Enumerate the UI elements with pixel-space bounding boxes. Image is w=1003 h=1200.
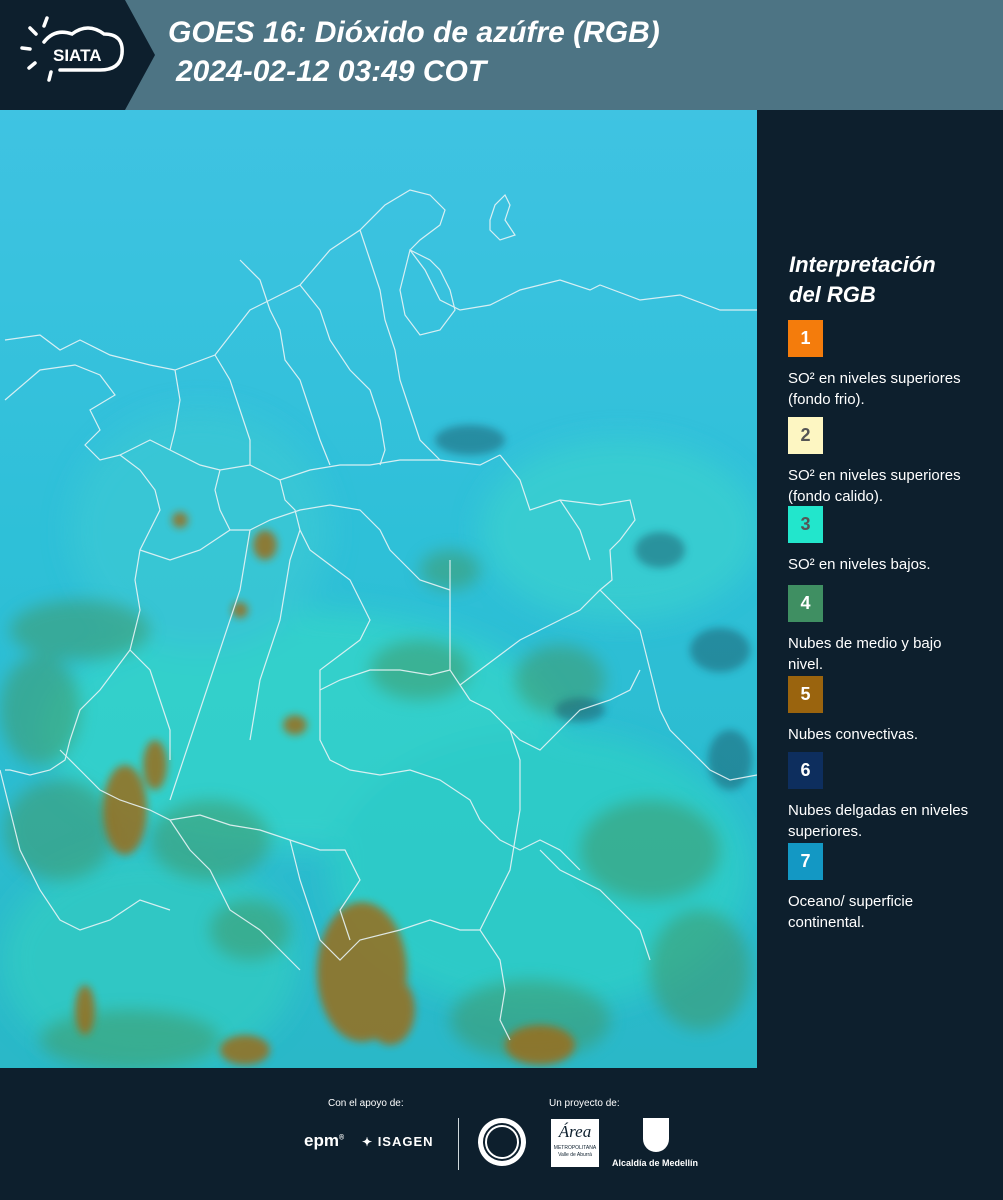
legend-swatch-1: 1 bbox=[788, 320, 823, 357]
alcaldia-shield-icon bbox=[643, 1118, 669, 1152]
legend-text-4: Nubes de medio y bajo nivel. bbox=[788, 635, 942, 673]
page-timestamp: 2024-02-12 03:49 COT bbox=[176, 55, 487, 88]
seal-icon bbox=[485, 1125, 519, 1159]
legend-swatch-3: 3 bbox=[788, 506, 823, 543]
support-label: Con el apoyo de: bbox=[328, 1098, 404, 1109]
alcaldia-logo-label[interactable]: Alcaldía de Medellín bbox=[612, 1158, 698, 1168]
legend-text-2: SO² en niveles superiores (fondo calido)… bbox=[788, 467, 961, 505]
legend-text-3: SO² en niveles bajos. bbox=[788, 556, 931, 573]
legend-text-7: Oceano/ superficie continental. bbox=[788, 893, 914, 931]
siata-logo[interactable]: SIATA bbox=[0, 0, 155, 110]
svg-text:SIATA: SIATA bbox=[53, 46, 101, 65]
legend-swatch-2: 2 bbox=[788, 417, 823, 454]
isagen-logo[interactable]: ✦ ISAGEN bbox=[362, 1134, 434, 1149]
legend-swatch-5: 5 bbox=[788, 676, 823, 713]
satellite-map[interactable] bbox=[0, 110, 757, 1068]
legend-title: Interpretación del RGB bbox=[789, 252, 936, 307]
legend-text-5: Nubes convectivas. bbox=[788, 726, 919, 743]
legend-swatch-4: 4 bbox=[788, 585, 823, 622]
footer: Con el apoyo de: Un proyecto de: epm® ✦ … bbox=[0, 1068, 1003, 1200]
page-title: GOES 16: Dióxido de azúfre (RGB) bbox=[168, 16, 660, 49]
legend-swatch-7: 7 bbox=[788, 843, 823, 880]
header-bar: SIATA GOES 16: Dióxido de azúfre (RGB) 2… bbox=[0, 0, 1003, 110]
legend-panel: Interpretación del RGB 1 SO² en niveles s… bbox=[760, 110, 1003, 1068]
legend-text-1: SO² en niveles superiores (fondo frio). bbox=[788, 370, 961, 408]
medellin-seal-logo[interactable] bbox=[478, 1118, 526, 1166]
footer-divider bbox=[458, 1118, 459, 1170]
isagen-icon: ✦ bbox=[362, 1135, 374, 1149]
area-metropolitana-logo[interactable]: Área METROPOLITANA Valle de Aburrá bbox=[551, 1119, 599, 1167]
epm-logo[interactable]: epm® bbox=[304, 1131, 344, 1151]
project-label: Un proyecto de: bbox=[549, 1098, 620, 1109]
legend-swatch-6: 6 bbox=[788, 752, 823, 789]
legend-text-6: Nubes delgadas en niveles superiores. bbox=[788, 802, 969, 840]
